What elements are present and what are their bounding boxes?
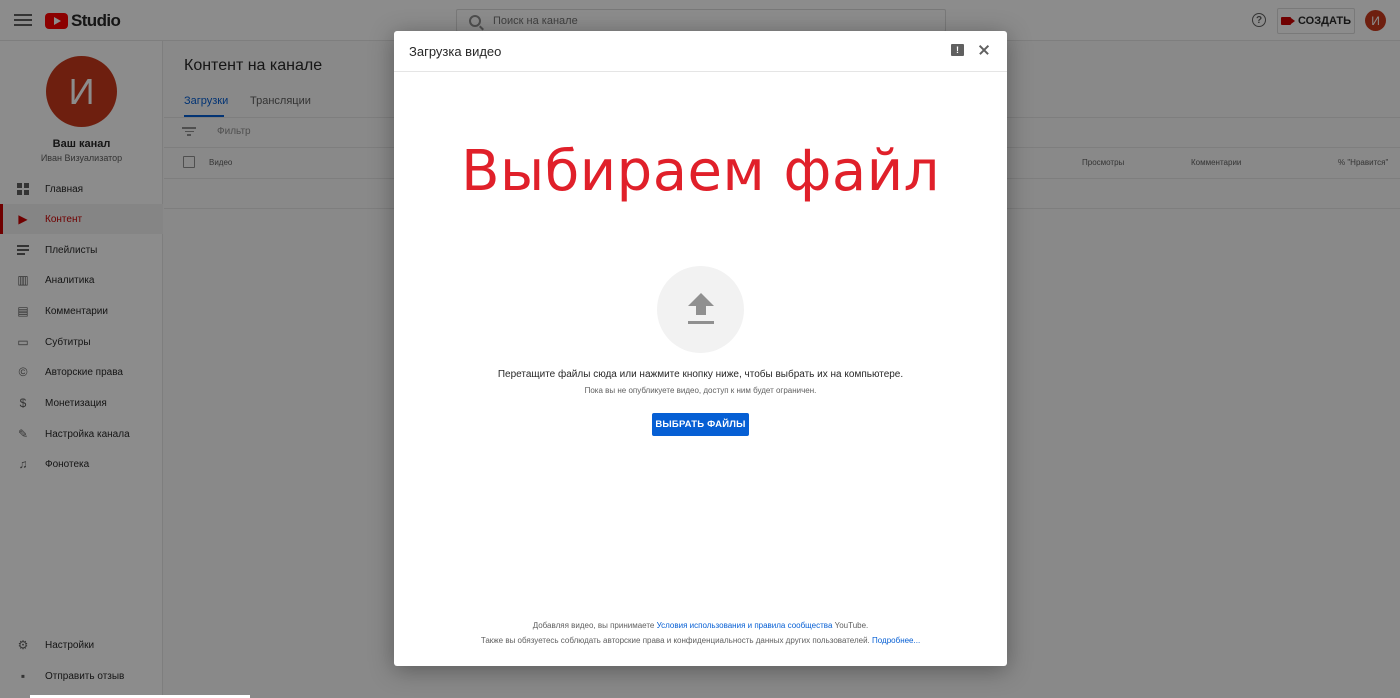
drop-instructions: Перетащите файлы сюда или нажмите кнопку… <box>497 369 904 380</box>
upload-video-dialog: Загрузка видео ! Выбираем файл Перетащит… <box>394 31 1007 666</box>
overlay-caption: Выбираем файл <box>461 139 940 204</box>
drop-subtext: Пока вы не опубликуете видео, доступ к н… <box>584 386 817 395</box>
terms-prefix: Добавляя видео, вы принимаете <box>532 621 657 630</box>
select-files-button[interactable]: ВЫБРАТЬ ФАЙЛЫ <box>652 413 749 436</box>
report-feedback-icon[interactable]: ! <box>951 44 964 56</box>
learn-more-link[interactable]: Подробнее... <box>872 636 920 645</box>
upload-arrow-icon <box>687 293 715 327</box>
terms-notice: Добавляя видео, вы принимаете Условия ис… <box>394 621 1007 630</box>
upload-drop-target[interactable] <box>657 266 744 353</box>
terms-link[interactable]: Условия использования и правила сообщест… <box>657 621 833 630</box>
copyright-notice: Также вы обязуетесь соблюдать авторские … <box>394 636 1007 645</box>
dialog-title: Загрузка видео <box>409 44 502 59</box>
close-icon[interactable] <box>977 43 991 57</box>
copyright-notice-text: Также вы обязуетесь соблюдать авторские … <box>480 636 873 645</box>
dialog-header-divider <box>394 71 1007 72</box>
terms-suffix: YouTube. <box>832 621 869 630</box>
